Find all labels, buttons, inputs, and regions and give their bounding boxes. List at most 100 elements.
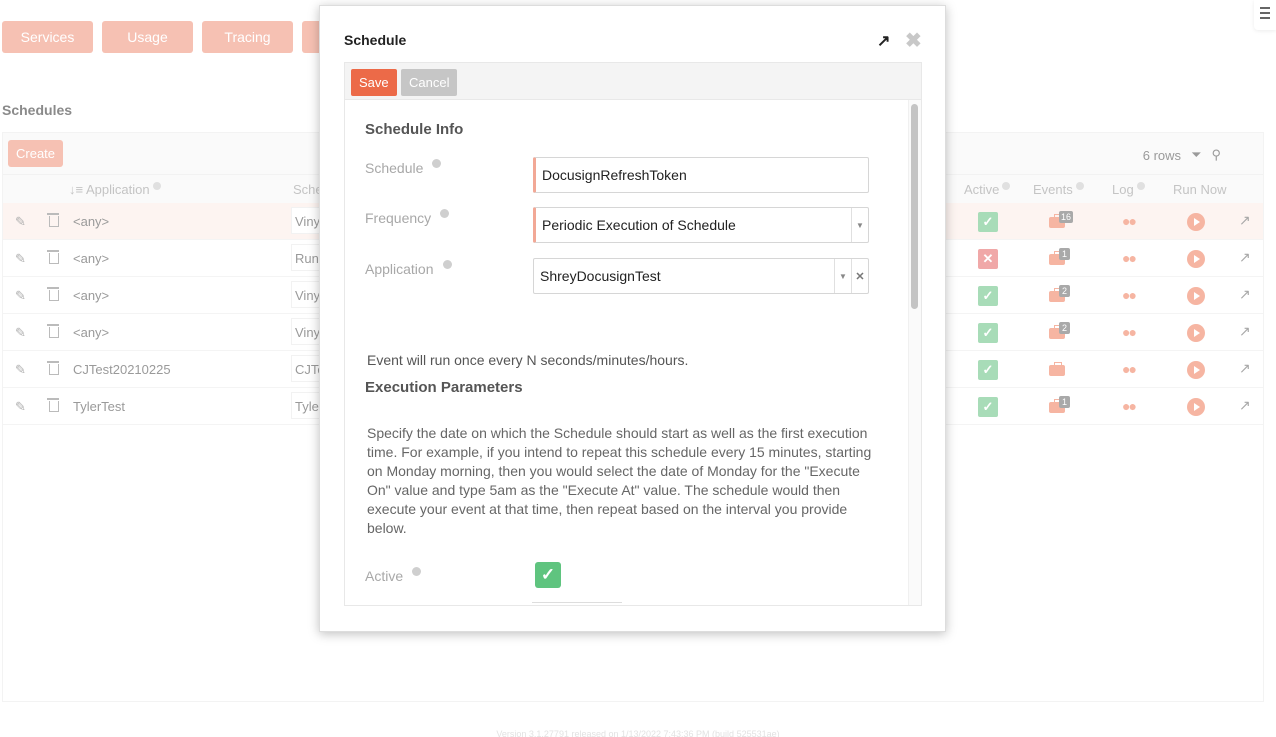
- cross-icon[interactable]: ✕: [978, 249, 998, 269]
- schedule-name-input[interactable]: DocusignRefreshToken: [533, 157, 869, 193]
- edit-icon[interactable]: ✎: [15, 399, 26, 415]
- play-icon[interactable]: [1187, 361, 1205, 379]
- application-cell: <any>: [73, 325, 110, 340]
- application-cell: CJTest20210225: [73, 362, 171, 377]
- application-label: Application: [365, 260, 452, 277]
- filter-icon[interactable]: ⏷: [1191, 147, 1201, 163]
- search-icon[interactable]: ⚲: [1211, 147, 1221, 163]
- check-icon: ✓: [540, 565, 556, 584]
- column-events[interactable]: Events: [1033, 182, 1084, 197]
- external-link-icon[interactable]: ↗: [1239, 323, 1251, 340]
- external-link-icon[interactable]: ↗: [1239, 212, 1251, 229]
- events-count-badge: 1: [1059, 248, 1070, 260]
- events-count-badge: 2: [1059, 322, 1070, 334]
- edit-icon[interactable]: ✎: [15, 325, 26, 341]
- help-icon[interactable]: [442, 260, 452, 269]
- play-icon[interactable]: [1187, 213, 1205, 231]
- menu-icon-bar: [1260, 17, 1270, 19]
- trash-icon[interactable]: [47, 324, 59, 338]
- column-run-now[interactable]: Run Now: [1173, 182, 1226, 197]
- frequency-select[interactable]: Periodic Execution of Schedule ▼: [533, 207, 869, 243]
- clear-icon[interactable]: ✕: [851, 259, 868, 293]
- trash-icon[interactable]: [47, 287, 59, 301]
- frequency-value: Periodic Execution of Schedule: [542, 217, 736, 233]
- trash-icon[interactable]: [47, 250, 59, 264]
- application-cell: TylerTest: [73, 399, 126, 414]
- events-count-badge: 16: [1059, 211, 1074, 223]
- menu-toggle-button[interactable]: [1254, 0, 1276, 30]
- create-button[interactable]: Create: [8, 140, 64, 167]
- play-icon[interactable]: [1187, 287, 1205, 305]
- play-icon[interactable]: [1187, 398, 1205, 416]
- active-label-text: Active: [365, 568, 404, 584]
- help-icon: [1075, 182, 1084, 190]
- check-icon[interactable]: ✓: [978, 323, 998, 343]
- chevron-down-icon[interactable]: ▼: [851, 208, 868, 242]
- external-link-icon[interactable]: ↗: [1239, 397, 1251, 414]
- nav-tracing[interactable]: Tracing: [202, 21, 293, 53]
- binoculars-icon[interactable]: ●●: [1122, 398, 1137, 414]
- frequency-label-text: Frequency: [365, 210, 432, 226]
- column-active[interactable]: Active: [964, 182, 1011, 197]
- trash-icon[interactable]: [47, 361, 59, 375]
- nav-services[interactable]: Services: [2, 21, 93, 53]
- frequency-hint: Event will run once every N seconds/minu…: [367, 352, 689, 368]
- events-button[interactable]: 2: [1049, 285, 1070, 302]
- edit-icon[interactable]: ✎: [15, 362, 26, 378]
- help-icon[interactable]: [412, 567, 422, 576]
- application-cell: <any>: [73, 214, 110, 229]
- close-icon[interactable]: ✖: [905, 28, 922, 53]
- check-icon[interactable]: ✓: [978, 286, 998, 306]
- scrollbar-thumb[interactable]: [911, 104, 918, 309]
- application-select[interactable]: ShreyDocusignTest ▼ ✕: [533, 258, 869, 294]
- column-log[interactable]: Log: [1112, 182, 1145, 197]
- help-icon: [1136, 182, 1145, 190]
- application-cell: <any>: [73, 251, 110, 266]
- binoculars-icon[interactable]: ●●: [1122, 361, 1137, 377]
- check-icon[interactable]: ✓: [978, 212, 998, 232]
- check-icon[interactable]: ✓: [978, 360, 998, 380]
- frequency-label: Frequency: [365, 209, 450, 226]
- edit-icon[interactable]: ✎: [15, 251, 26, 267]
- modal-title: Schedule: [344, 32, 407, 48]
- trash-icon[interactable]: [47, 398, 59, 412]
- binoculars-icon[interactable]: ●●: [1122, 213, 1137, 229]
- menu-icon-bar: [1260, 7, 1270, 9]
- play-icon[interactable]: [1187, 250, 1205, 268]
- cancel-button[interactable]: Cancel: [401, 69, 458, 96]
- help-icon[interactable]: [432, 159, 442, 168]
- section-execution-parameters: Execution Parameters: [365, 379, 523, 396]
- play-icon[interactable]: [1187, 324, 1205, 342]
- save-button[interactable]: Save: [351, 69, 397, 96]
- events-button[interactable]: 1: [1049, 396, 1070, 413]
- trash-icon[interactable]: [47, 213, 59, 227]
- sort-icon: ↓≡: [69, 182, 84, 197]
- binoculars-icon[interactable]: ●●: [1122, 287, 1137, 303]
- external-link-icon[interactable]: ↗: [1239, 360, 1251, 377]
- events-button[interactable]: 16: [1049, 211, 1074, 228]
- section-schedule-info: Schedule Info: [365, 121, 464, 138]
- expand-icon[interactable]: ↗: [877, 31, 890, 51]
- nav-usage[interactable]: Usage: [102, 21, 193, 53]
- binoculars-icon[interactable]: ●●: [1122, 324, 1137, 340]
- chevron-down-icon[interactable]: ▼: [834, 259, 851, 293]
- column-application[interactable]: ↓≡ Application: [69, 182, 161, 197]
- check-icon[interactable]: ✓: [978, 397, 998, 417]
- external-link-icon[interactable]: ↗: [1239, 249, 1251, 266]
- next-field-edge: [532, 602, 622, 605]
- active-checkbox[interactable]: ✓: [535, 562, 561, 588]
- events-button[interactable]: [1049, 362, 1067, 376]
- edit-icon[interactable]: ✎: [15, 288, 26, 304]
- menu-icon-bar: [1260, 12, 1270, 14]
- column-log-label: Log: [1112, 182, 1134, 197]
- edit-icon[interactable]: ✎: [15, 214, 26, 230]
- external-link-icon[interactable]: ↗: [1239, 286, 1251, 303]
- row-count: 6 rows: [1142, 147, 1182, 163]
- events-button[interactable]: 1: [1049, 248, 1070, 265]
- events-button[interactable]: 2: [1049, 322, 1070, 339]
- modal-body: Schedule Info Schedule DocusignRefreshTo…: [344, 100, 922, 606]
- binoculars-icon[interactable]: ●●: [1122, 250, 1137, 266]
- help-icon[interactable]: [440, 209, 450, 218]
- help-icon: [152, 182, 161, 190]
- scroll-track[interactable]: [908, 100, 921, 605]
